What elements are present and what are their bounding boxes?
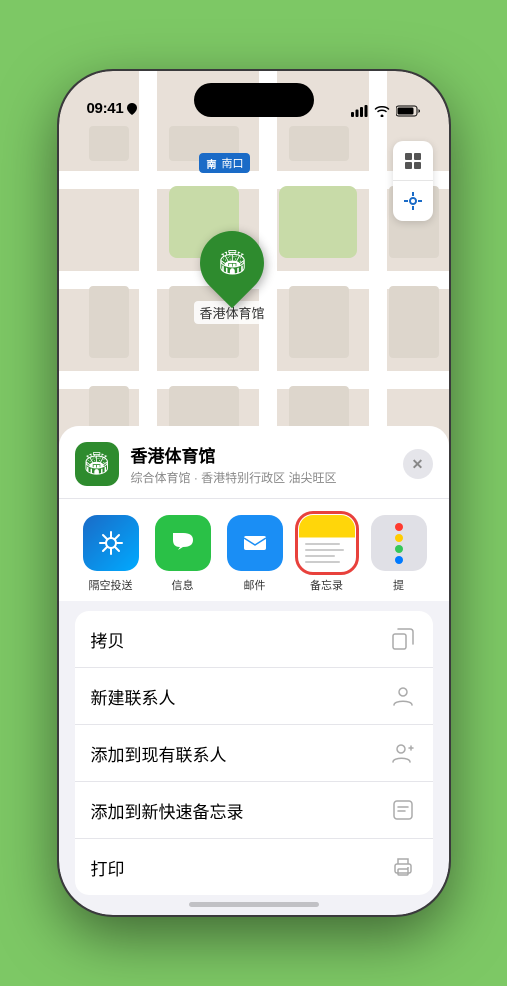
messages-icon (155, 515, 211, 571)
action-print[interactable]: 打印 (75, 839, 433, 895)
status-icons (351, 105, 421, 117)
share-item-notes[interactable]: 备忘录 (291, 515, 363, 593)
action-add-note[interactable]: 添加到新快速备忘录 (75, 782, 433, 839)
close-button[interactable]: ✕ (403, 449, 433, 479)
venue-icon: 🏟 (75, 442, 119, 486)
share-row: 隔空投送 信息 (59, 498, 449, 601)
share-item-messages[interactable]: 信息 (147, 515, 219, 593)
more-label: 提 (393, 577, 404, 593)
phone-frame: 09:41 (59, 71, 449, 915)
venue-name: 香港体育馆 (131, 442, 391, 467)
mail-label: 邮件 (244, 577, 266, 593)
map-pin: 🏟 香港体育馆 (194, 231, 271, 324)
add-existing-label: 添加到现有联系人 (91, 741, 227, 766)
airdrop-icon (83, 515, 139, 571)
map-controls (393, 141, 433, 221)
print-icon (389, 853, 417, 881)
close-icon: ✕ (412, 457, 424, 471)
location-button[interactable] (393, 181, 433, 221)
map-view-toggle[interactable] (393, 141, 433, 181)
more-icon (371, 515, 427, 571)
location-icon (127, 103, 137, 115)
messages-label: 信息 (172, 577, 194, 593)
notes-icon (299, 515, 355, 571)
notes-label: 备忘录 (310, 577, 343, 593)
action-copy[interactable]: 拷贝 (75, 611, 433, 668)
action-list: 拷贝 新建联系人 (75, 611, 433, 895)
sheet-header: 🏟 香港体育馆 综合体育馆 · 香港特别行政区 油尖旺区 ✕ (59, 426, 449, 498)
action-add-contact[interactable]: 新建联系人 (75, 668, 433, 725)
person-icon (389, 682, 417, 710)
battery-icon (396, 105, 421, 117)
venue-info: 香港体育馆 综合体育馆 · 香港特别行政区 油尖旺区 (131, 442, 391, 486)
signal-icon (351, 105, 368, 117)
wifi-icon (374, 105, 390, 117)
share-item-more[interactable]: 提 (363, 515, 435, 593)
copy-label: 拷贝 (91, 627, 125, 652)
airdrop-label: 隔空投送 (89, 577, 133, 593)
status-time: 09:41 (87, 100, 124, 117)
bottom-sheet: 🏟 香港体育馆 综合体育馆 · 香港特别行政区 油尖旺区 ✕ (59, 426, 449, 915)
person-add-icon (389, 739, 417, 767)
share-item-mail[interactable]: 邮件 (219, 515, 291, 593)
add-contact-label: 新建联系人 (91, 684, 176, 709)
home-indicator (189, 902, 319, 907)
note-icon (389, 796, 417, 824)
dynamic-island (194, 83, 314, 117)
add-note-label: 添加到新快速备忘录 (91, 798, 244, 823)
copy-icon (389, 625, 417, 653)
venue-subtitle: 综合体育馆 · 香港特别行政区 油尖旺区 (131, 469, 391, 486)
mail-icon (227, 515, 283, 571)
share-item-airdrop[interactable]: 隔空投送 (75, 515, 147, 593)
action-add-existing[interactable]: 添加到现有联系人 (75, 725, 433, 782)
subway-label: 南 南口 (199, 153, 250, 173)
print-label: 打印 (91, 855, 125, 880)
